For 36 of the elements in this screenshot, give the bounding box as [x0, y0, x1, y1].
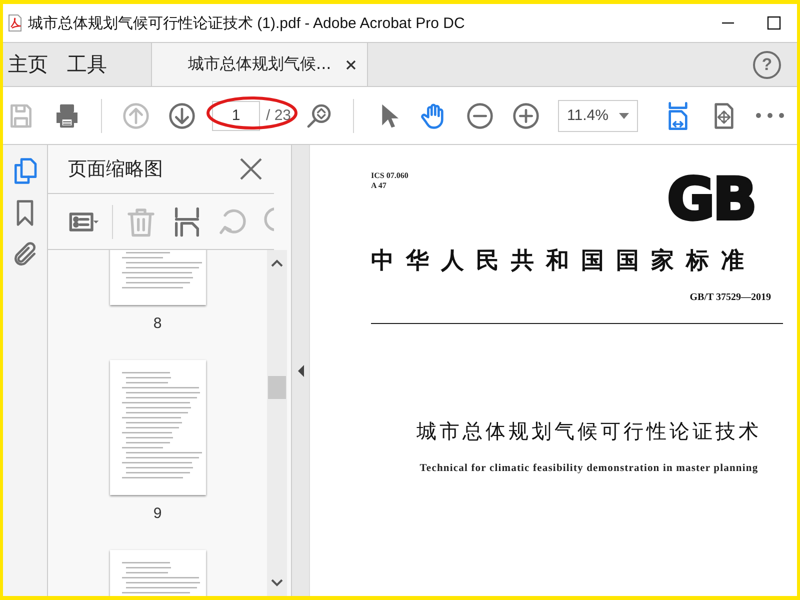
left-triangle-icon: [296, 364, 306, 378]
nav-tab[interactable]: 主页: [3, 43, 62, 86]
classification-code: ICS 07.060: [371, 171, 408, 181]
minus-circle-icon: [466, 102, 494, 130]
zoom-dropdown[interactable]: 11.4%: [558, 100, 638, 132]
page-count: / 23: [266, 107, 292, 124]
nav-tab[interactable]: 城市总体规划气候...: [151, 43, 368, 86]
down-arrow-circle-icon: [168, 102, 196, 130]
document-heading: 中华人民共和国国家标准: [371, 246, 757, 276]
close-button[interactable]: [238, 156, 264, 182]
caret-icon: [619, 112, 630, 118]
close-icon: [345, 58, 358, 70]
magnifier-icon: [305, 102, 334, 130]
nav-tab[interactable]: 工具: [62, 43, 121, 86]
collapse-button[interactable]: [296, 364, 306, 378]
page-number-label: 9: [153, 505, 162, 522]
classification-code: A 47: [371, 181, 388, 191]
page-thumbnail[interactable]: [110, 360, 206, 495]
standard-logo: GB: [667, 173, 755, 225]
scroll-thumb[interactable]: [268, 376, 286, 399]
help-button[interactable]: ?: [753, 50, 781, 78]
trash-icon: [125, 206, 157, 238]
pdf-file-icon: [8, 14, 22, 32]
maximize-icon: [767, 16, 781, 30]
plus-circle-icon: [512, 102, 540, 130]
minimize-icon: [721, 22, 735, 24]
document-title: 城市总体规划气候可行性论证技术: [416, 418, 762, 445]
close-icon: [238, 156, 264, 182]
window-title: 城市总体规划气候可行性论证技术 (1).pdf - Adobe Acrobat Pro DC: [28, 14, 466, 32]
page-number-label: 8: [153, 315, 162, 332]
document-subtitle: Technical for climatic feasibility demonstration in master planning: [420, 463, 758, 474]
scrollbar[interactable]: [267, 250, 287, 596]
panel-title: 页面缩略图: [68, 157, 163, 182]
up-arrow-circle-icon: [122, 102, 150, 130]
standard-number: GB/T 37529—2019: [690, 292, 771, 303]
more-dots-icon: [756, 113, 784, 118]
